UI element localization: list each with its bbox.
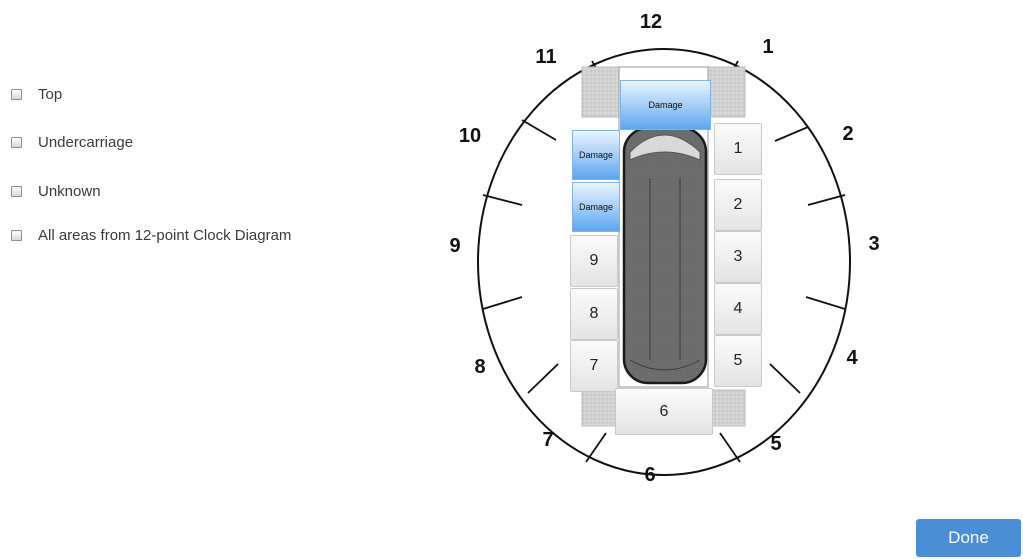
clock-label-6: 6	[644, 464, 656, 486]
area-tile-9[interactable]: 9	[570, 235, 618, 287]
area-tile-6[interactable]: 6	[615, 388, 713, 435]
clock-label-12: 12	[639, 11, 663, 33]
clock-label-4: 4	[846, 347, 858, 369]
damage-marker-front[interactable]: Damage	[620, 80, 711, 130]
clock-label-7: 7	[542, 429, 554, 451]
clock-label-8: 8	[474, 356, 486, 378]
clock-label-10: 10	[458, 125, 482, 147]
tick-9-10	[482, 194, 523, 206]
tick-5	[719, 432, 741, 463]
tick-2-3	[807, 194, 846, 206]
clock-label-1: 1	[762, 36, 774, 58]
tick-10	[521, 119, 557, 141]
clock-diagram	[477, 48, 851, 476]
damage-marker-left-middle[interactable]: Damage	[572, 182, 620, 232]
tick-2	[774, 126, 809, 142]
clock-label-11: 11	[535, 46, 557, 68]
tick-4	[769, 363, 801, 394]
clock-label-2: 2	[842, 123, 854, 145]
clock-label-3: 3	[868, 233, 880, 255]
tick-7	[585, 432, 607, 463]
area-tile-4[interactable]: 4	[714, 283, 762, 335]
done-button[interactable]: Done	[916, 519, 1021, 557]
clock-label-9: 9	[449, 235, 461, 257]
corner-block-top-right	[705, 66, 746, 118]
area-tile-8[interactable]: 8	[570, 288, 618, 340]
area-tile-5[interactable]: 5	[714, 335, 762, 387]
area-tile-2[interactable]: 2	[714, 179, 762, 231]
area-tile-7[interactable]: 7	[570, 340, 618, 392]
area-tile-1[interactable]: 1	[714, 123, 762, 175]
clock-label-5: 5	[770, 433, 782, 455]
area-tile-3[interactable]: 3	[714, 231, 762, 283]
damage-marker-left-front[interactable]: Damage	[572, 130, 620, 180]
corner-block-top-left	[581, 66, 622, 118]
tick-8-9	[482, 296, 523, 310]
tick-8	[527, 363, 559, 394]
tick-3-4	[805, 296, 846, 310]
car-body-icon	[622, 126, 708, 385]
